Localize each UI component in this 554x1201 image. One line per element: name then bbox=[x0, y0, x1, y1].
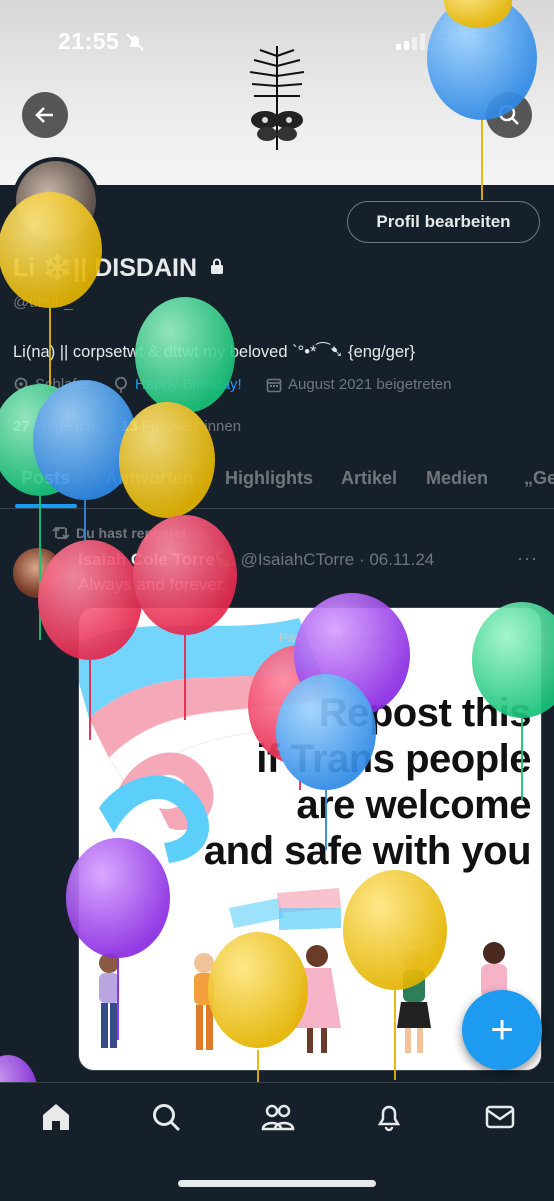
post-more-button[interactable]: ··· bbox=[517, 548, 538, 569]
reposted-label: Du hast repostet bbox=[76, 525, 187, 541]
wifi-icon bbox=[434, 31, 460, 49]
location-pin-icon bbox=[14, 377, 28, 390]
cellular-signal-icon bbox=[396, 33, 425, 50]
image-line-2: if Trans people bbox=[256, 737, 531, 781]
post-author-name[interactable]: Isaiah Cole Torre🦕 bbox=[78, 550, 236, 569]
profile-avatar[interactable] bbox=[12, 157, 100, 245]
profile-bio: Li(na) || corpsetwt & dttwt my beloved `… bbox=[13, 343, 416, 361]
following-link[interactable]: 27 Folge ich bbox=[13, 418, 95, 435]
post-header: Isaiah Cole Torre🦕 @IsaiahCTorre · 06.11… bbox=[78, 550, 434, 570]
location-text: Schlafer bbox=[35, 376, 91, 393]
tab-posts[interactable]: Posts bbox=[21, 468, 70, 489]
nav-messages[interactable] bbox=[482, 1099, 518, 1135]
home-indicator bbox=[178, 1180, 376, 1187]
profile-handle: @tibub_ bbox=[13, 294, 73, 311]
active-tab-indicator bbox=[15, 504, 77, 508]
profile-tabs: Posts Antworten Highlights Artikel Medie… bbox=[0, 456, 554, 509]
balloon-icon bbox=[115, 376, 127, 393]
tab-highlights[interactable]: Highlights bbox=[225, 468, 313, 489]
joined-text: August 2021 beigetreten bbox=[288, 376, 452, 393]
post-author-handle[interactable]: @IsaiahCTorre bbox=[241, 550, 355, 569]
post-date[interactable]: · 06.11.24 bbox=[359, 550, 434, 569]
back-button[interactable] bbox=[22, 92, 68, 138]
profile-name-text: Li ❄️|| DISDAIN bbox=[13, 254, 198, 282]
home-icon bbox=[43, 1104, 69, 1130]
image-watermark: ParadiseRain.com bbox=[279, 630, 386, 645]
profile-location: Schlafer bbox=[13, 376, 90, 393]
notifications-icon bbox=[377, 1105, 401, 1132]
tab-articles[interactable]: Artikel bbox=[341, 468, 397, 489]
followers-label: Follower*innen bbox=[141, 418, 242, 435]
plus-icon: + bbox=[490, 1008, 514, 1052]
nav-home[interactable] bbox=[38, 1099, 74, 1135]
communities-icon bbox=[261, 1104, 295, 1131]
search-icon bbox=[498, 104, 519, 125]
search-icon bbox=[153, 1104, 181, 1132]
calendar-icon bbox=[266, 378, 282, 392]
image-line-3: are welcome bbox=[296, 783, 531, 827]
nav-notifications[interactable] bbox=[371, 1099, 407, 1135]
following-count: 27 bbox=[13, 418, 30, 435]
profile-birthday: Happy Birthday! bbox=[113, 376, 242, 393]
nav-communities[interactable] bbox=[260, 1099, 296, 1135]
post-text: Always and forever. bbox=[78, 575, 227, 594]
profile-joined: August 2021 beigetreten bbox=[266, 376, 451, 393]
post-author-avatar[interactable] bbox=[13, 548, 63, 598]
tab-likes[interactable]: „Ge bbox=[524, 468, 554, 489]
edit-profile-button[interactable]: Profil bearbeiten bbox=[347, 201, 540, 243]
tab-media[interactable]: Medien bbox=[426, 468, 488, 489]
status-time: 21:55 bbox=[58, 28, 120, 54]
silent-bell-icon bbox=[126, 33, 144, 51]
followers-link[interactable]: 13 Follower*innen bbox=[121, 418, 241, 435]
repost-icon bbox=[52, 526, 70, 540]
lock-icon bbox=[210, 258, 223, 274]
repost-indicator: Du hast repostet bbox=[52, 525, 186, 541]
image-line-4: and safe with you bbox=[203, 829, 532, 873]
messages-icon bbox=[485, 1105, 515, 1129]
image-line-1: Repost this bbox=[318, 691, 532, 735]
following-label: Folge ich bbox=[33, 418, 95, 435]
followers-count: 13 bbox=[121, 418, 138, 435]
status-bar: 21:55 bbox=[0, 0, 554, 80]
arrow-left-icon bbox=[35, 107, 53, 123]
nav-search[interactable] bbox=[148, 1099, 184, 1135]
profile-name: Li ❄️|| DISDAIN bbox=[13, 254, 224, 283]
tab-replies[interactable]: Antworten bbox=[105, 468, 194, 489]
compose-post-button[interactable]: + bbox=[462, 990, 542, 1070]
battery-icon bbox=[466, 30, 507, 52]
birthday-text: Happy Birthday! bbox=[135, 376, 242, 393]
search-button[interactable] bbox=[486, 92, 532, 138]
